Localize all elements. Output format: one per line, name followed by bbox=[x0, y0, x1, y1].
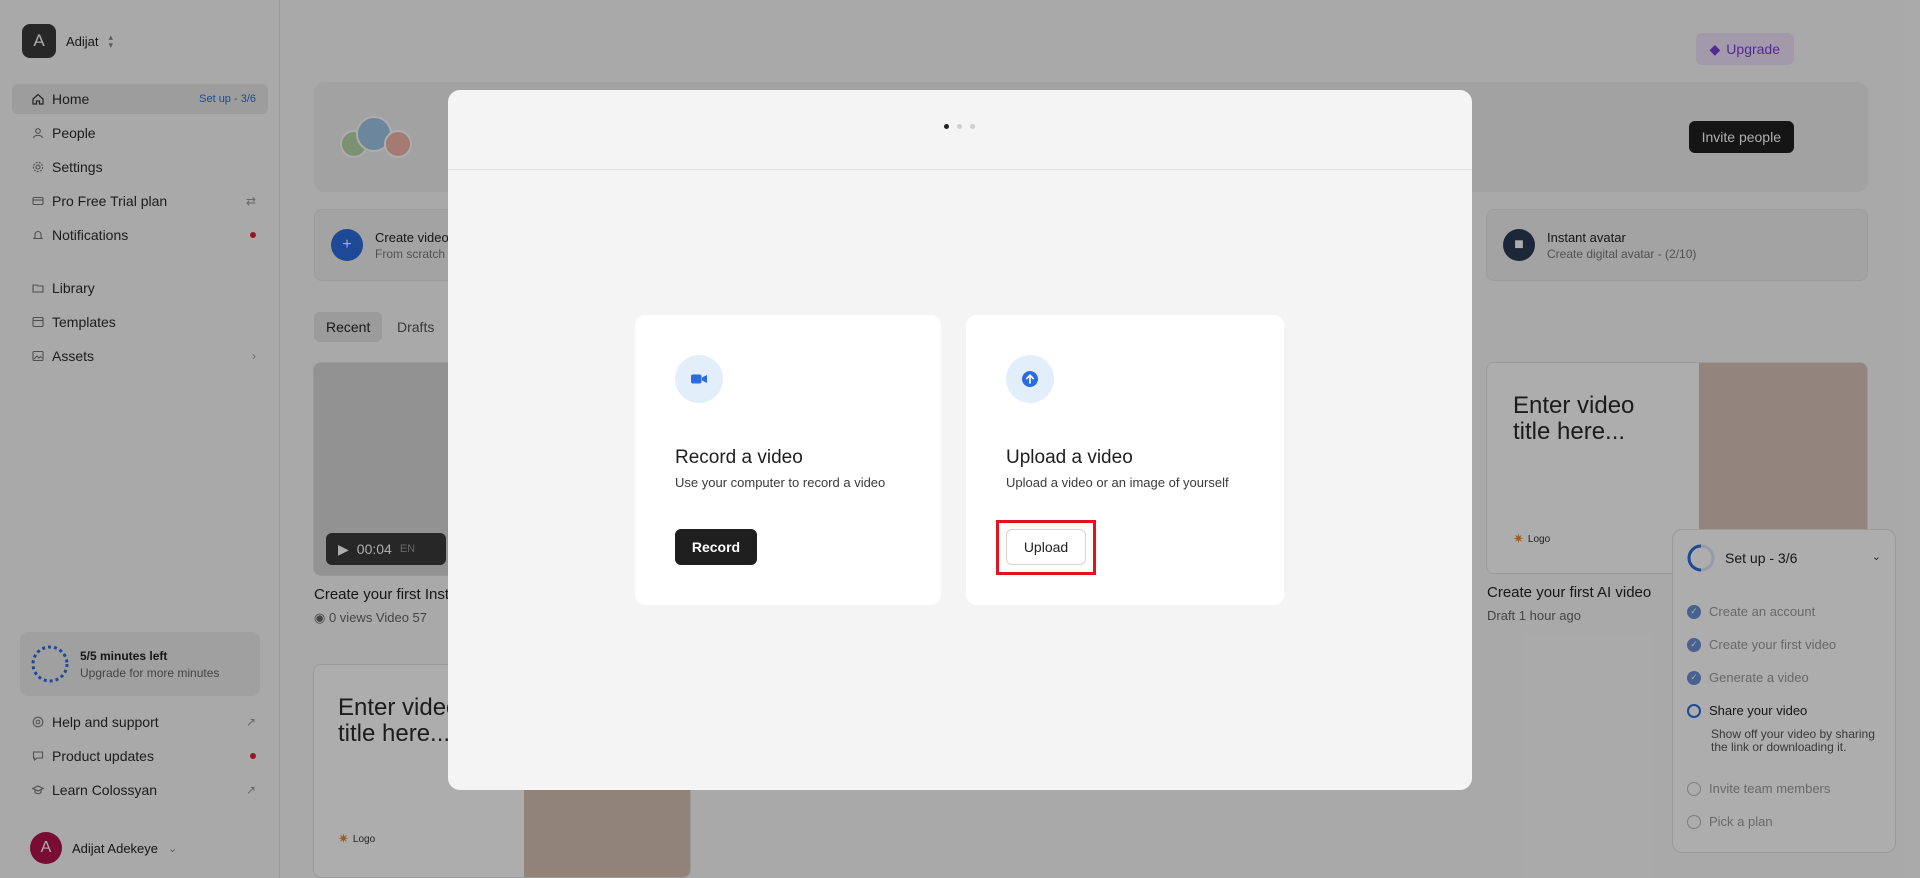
upload-arrow-icon bbox=[1006, 355, 1054, 403]
step-dot bbox=[970, 124, 975, 129]
upload-title: Upload a video bbox=[1006, 447, 1133, 468]
upload-option-card: Upload a video Upload a video or an imag… bbox=[966, 315, 1284, 605]
step-indicator bbox=[944, 124, 975, 129]
create-avatar-modal: Record a video Use your computer to reco… bbox=[448, 90, 1472, 790]
upload-description: Upload a video or an image of yourself bbox=[1006, 475, 1229, 490]
modal-header bbox=[448, 90, 1472, 170]
upload-button-highlight bbox=[996, 520, 1096, 575]
record-button[interactable]: Record bbox=[675, 529, 757, 565]
video-camera-icon bbox=[675, 355, 723, 403]
record-title: Record a video bbox=[675, 447, 803, 468]
step-dot bbox=[944, 124, 949, 129]
record-description: Use your computer to record a video bbox=[675, 475, 886, 490]
step-dot bbox=[957, 124, 962, 129]
record-option-card: Record a video Use your computer to reco… bbox=[635, 315, 941, 605]
